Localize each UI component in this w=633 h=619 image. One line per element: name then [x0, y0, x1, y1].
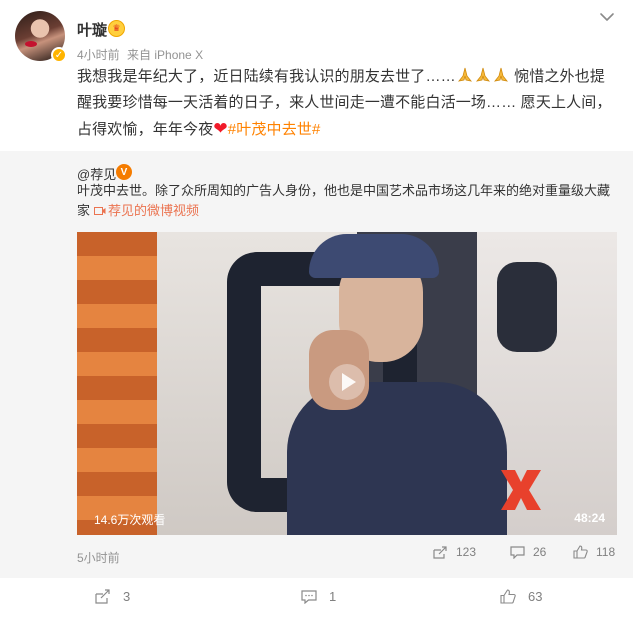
thumbs-up-icon: [500, 589, 516, 604]
repost-share-count: 123: [456, 545, 477, 559]
repost-comment-count: 26: [533, 545, 547, 559]
post-source: 来自 iPhone X: [127, 48, 204, 62]
post-text-part-1: 我想我是年纪大了，近日陆续有我认识的朋友去世了……: [77, 68, 456, 85]
video-view-count: 14.6万次观看: [94, 513, 166, 527]
video-frame-person: [309, 234, 439, 278]
topic-hashtag-link[interactable]: #叶茂中去世#: [228, 121, 321, 138]
repost-text: 叶茂中去世。除了众所周知的广告人身份，他也是中国艺术品市场这几年来的绝对重量级大…: [77, 181, 617, 221]
repost-like-button[interactable]: 118: [573, 545, 615, 559]
video-duration: 48:24: [574, 511, 605, 525]
pray-emoji-icon: [493, 67, 508, 82]
comment-button[interactable]: 1: [301, 589, 336, 604]
video-link-icon: [94, 207, 106, 215]
post-text: 我想我是年纪大了，近日陆续有我认识的朋友去世了…… 惋惜之外也提醒我要珍惜每一天…: [77, 64, 617, 143]
repost-like-count: 118: [596, 545, 616, 559]
video-source-link[interactable]: 荐见的微博视频: [108, 203, 199, 218]
pray-emoji-icon: [475, 67, 490, 82]
chevron-down-icon[interactable]: [598, 10, 616, 24]
comment-icon: [301, 589, 317, 604]
video-frame-background: [77, 232, 157, 535]
share-button[interactable]: 3: [95, 589, 130, 604]
play-icon[interactable]: [328, 363, 366, 401]
share-count: 3: [123, 589, 131, 604]
share-icon: [433, 545, 447, 559]
member-crown-icon[interactable]: ♛: [108, 20, 125, 37]
like-button[interactable]: 63: [500, 589, 542, 604]
repost-comment-button[interactable]: 26: [510, 545, 546, 559]
verified-badge-icon: ✓: [51, 47, 67, 63]
repost-share-button[interactable]: 123: [433, 545, 476, 559]
video-player[interactable]: 14.6万次观看 48:24: [77, 232, 617, 535]
comment-icon: [510, 545, 525, 559]
boxing-x-logo-icon: [501, 470, 541, 510]
comment-count: 1: [329, 589, 337, 604]
thumbs-up-icon: [573, 545, 588, 559]
share-icon: [95, 589, 110, 604]
verified-v-icon: V: [116, 164, 132, 180]
repost-time[interactable]: 5小时前: [77, 549, 120, 566]
post-meta: 4小时前 来自 iPhone X: [77, 46, 207, 63]
pray-emoji-icon: [457, 67, 472, 82]
author-name[interactable]: 叶璇: [77, 19, 107, 40]
heart-emoji-icon: ❤: [213, 119, 228, 138]
weibo-post-card: ✓ 叶璇 ♛ 4小时前 来自 iPhone X 我想我是年纪大了，近日陆续有我认…: [0, 0, 633, 619]
post-time[interactable]: 4小时前: [77, 48, 120, 62]
reposted-content[interactable]: @荐见 V 叶茂中去世。除了众所周知的广告人身份，他也是中国艺术品市场这几年来的…: [0, 151, 633, 578]
video-frame-background: [497, 262, 557, 352]
like-count: 63: [528, 589, 543, 604]
